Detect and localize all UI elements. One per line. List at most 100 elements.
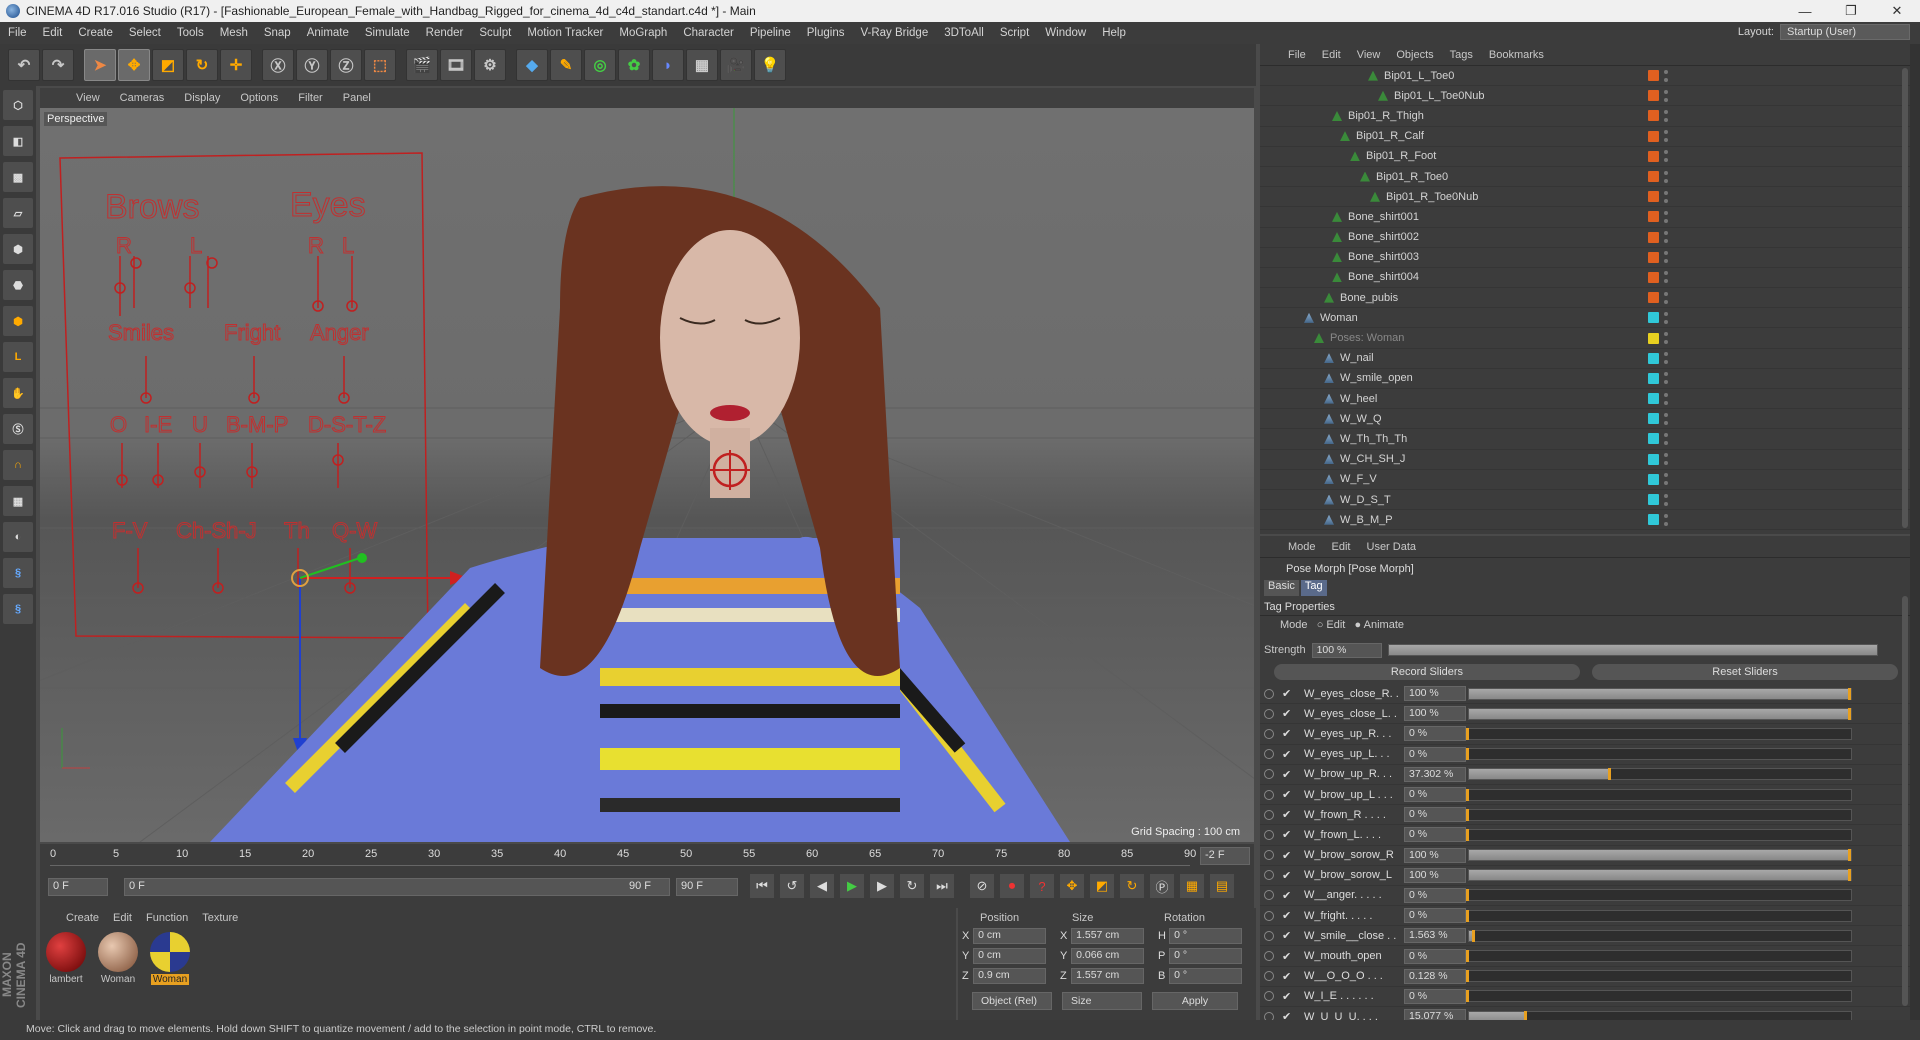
pose-slider-value[interactable]: 1.563 % [1404, 928, 1466, 944]
position-z-field[interactable]: 0.9 cm [973, 968, 1046, 984]
next-frame-icon[interactable]: ▶ [870, 874, 894, 898]
layer-color-swatch[interactable] [1648, 251, 1659, 263]
size-x-field[interactable]: 1.557 cm [1071, 928, 1144, 944]
subdivision-icon[interactable]: ◎ [584, 49, 616, 81]
cloner-icon[interactable]: ✿ [618, 49, 650, 81]
viewport-menu-cameras[interactable]: Cameras [110, 92, 175, 104]
visibility-dots[interactable] [1664, 493, 1668, 506]
menu-item-file[interactable]: File [0, 27, 35, 39]
x-axis-lock-icon[interactable]: Ⓧ [262, 49, 294, 81]
menu-item-window[interactable]: Window [1037, 27, 1094, 39]
edges-mode-icon[interactable]: ⬣ [3, 270, 33, 300]
object-row[interactable]: Bip01_R_Foot [1260, 147, 1910, 167]
record-sliders-button[interactable]: Record Sliders [1274, 664, 1580, 680]
menu-item-edit[interactable]: Edit [35, 27, 71, 39]
rotation-key-icon[interactable]: ↻ [1120, 874, 1144, 898]
select-arrow-icon[interactable]: ➤ [84, 49, 116, 81]
layer-color-swatch[interactable] [1648, 453, 1659, 465]
object-menu-objects[interactable]: Objects [1388, 49, 1441, 61]
pose-slider-bar[interactable] [1466, 828, 1852, 841]
pose-slider-value[interactable]: 100 % [1404, 847, 1466, 863]
enable-checkbox[interactable]: ✔ [1282, 768, 1294, 781]
enable-checkbox[interactable]: ✔ [1282, 970, 1294, 983]
side-tabs[interactable] [1910, 44, 1920, 1020]
strength-field[interactable]: 100 % [1311, 642, 1382, 658]
layer-color-swatch[interactable] [1648, 312, 1659, 324]
animate-toggle[interactable] [1264, 910, 1274, 921]
animate-toggle[interactable] [1264, 829, 1274, 840]
camera-icon[interactable]: 🎥 [720, 49, 752, 81]
menu-item-tools[interactable]: Tools [169, 27, 212, 39]
menu-item-select[interactable]: Select [121, 27, 169, 39]
visibility-dots[interactable] [1664, 190, 1668, 203]
pose-slider-bar[interactable] [1468, 849, 1852, 862]
viewport-menu-options[interactable]: Options [230, 92, 288, 104]
tweak-mode-icon[interactable]: ✋ [3, 378, 33, 408]
pose-slider-bar[interactable] [1466, 748, 1852, 761]
visibility-dots[interactable] [1664, 513, 1668, 526]
material-woman-skin[interactable]: Woman [96, 932, 140, 985]
menu-item-create[interactable]: Create [70, 27, 121, 39]
sculpt-icon[interactable]: ◐ [3, 522, 33, 552]
enable-checkbox[interactable]: ✔ [1282, 990, 1294, 1003]
play-icon[interactable]: ▶ [840, 874, 864, 898]
material-lambert[interactable]: lambert [44, 932, 88, 985]
visibility-dots[interactable] [1664, 453, 1668, 466]
visibility-dots[interactable] [1664, 251, 1668, 264]
mode-edit-radio[interactable]: Edit [1326, 619, 1345, 631]
menu-item-sculpt[interactable]: Sculpt [471, 27, 519, 39]
pose-slider-bar[interactable] [1468, 687, 1852, 700]
visibility-dots[interactable] [1664, 332, 1668, 345]
menu-item-pipeline[interactable]: Pipeline [742, 27, 799, 39]
object-row[interactable]: Bone_pubis [1260, 288, 1910, 309]
layer-color-swatch[interactable] [1648, 150, 1659, 162]
menu-item-animate[interactable]: Animate [299, 27, 357, 39]
object-row[interactable]: W_CH_SH_J [1260, 450, 1910, 470]
attribute-menu-edit[interactable]: Edit [1324, 541, 1359, 553]
layer-color-swatch[interactable] [1648, 433, 1659, 445]
visibility-dots[interactable] [1664, 130, 1668, 143]
object-menu-tags[interactable]: Tags [1442, 49, 1481, 61]
layer-color-swatch[interactable] [1648, 191, 1659, 203]
visibility-dots[interactable] [1664, 473, 1668, 486]
animate-toggle[interactable] [1264, 809, 1274, 820]
object-row[interactable]: W_D_S_T [1260, 490, 1910, 511]
tab-basic[interactable]: Basic [1264, 580, 1299, 596]
pose-slider-bar[interactable] [1468, 869, 1852, 882]
viewport[interactable]: Brows Eyes R L R L Smiles Fright Anger O… [40, 108, 1254, 842]
rotate-tool-icon[interactable]: ↻ [186, 49, 218, 81]
scale-key-icon[interactable]: ◩ [1090, 874, 1114, 898]
object-row[interactable]: Bone_shirt004 [1260, 268, 1910, 289]
menu-item-render[interactable]: Render [418, 27, 472, 39]
animate-toggle[interactable] [1264, 850, 1274, 861]
animate-toggle[interactable] [1264, 930, 1274, 941]
undo-icon[interactable]: ↶ [8, 49, 40, 81]
render-view-icon[interactable]: 🎬 [406, 49, 438, 81]
parameter-key-icon[interactable]: Ⓟ [1150, 874, 1174, 898]
pose-slider-bar[interactable] [1466, 788, 1852, 801]
object-row[interactable]: W_F_V [1260, 470, 1910, 490]
pose-slider-value[interactable]: 100 % [1404, 686, 1466, 702]
size-z-field[interactable]: 1.557 cm [1071, 968, 1144, 984]
attribute-scrollbar[interactable] [1902, 596, 1908, 1006]
point-level-icon[interactable]: ▦ [1180, 874, 1204, 898]
menu-item-v-ray-bridge[interactable]: V-Ray Bridge [852, 27, 936, 39]
grid-icon[interactable]: ▦ [3, 486, 33, 516]
position-key-icon[interactable]: ✥ [1060, 874, 1084, 898]
enable-checkbox[interactable]: ✔ [1282, 950, 1294, 963]
animate-toggle[interactable] [1264, 769, 1274, 780]
layer-color-swatch[interactable] [1648, 231, 1659, 243]
polygons-mode-icon[interactable]: ⬢ [3, 306, 33, 336]
points-mode-icon[interactable]: ⬢ [3, 234, 33, 264]
enable-checkbox[interactable]: ✔ [1282, 909, 1294, 922]
render-settings-icon[interactable]: ⚙ [474, 49, 506, 81]
character-model[interactable] [210, 186, 1070, 842]
pose-slider-bar[interactable] [1466, 889, 1852, 902]
object-row[interactable]: Bip01_R_Toe0Nub [1260, 187, 1910, 208]
object-scrollbar[interactable] [1902, 68, 1908, 528]
snap-icon[interactable]: Ⓢ [3, 414, 33, 444]
layout-dropdown[interactable]: Startup (User) [1780, 24, 1910, 40]
coordinate-system-icon[interactable]: ⬚ [364, 49, 396, 81]
visibility-dots[interactable] [1664, 432, 1668, 445]
menu-item-help[interactable]: Help [1094, 27, 1134, 39]
